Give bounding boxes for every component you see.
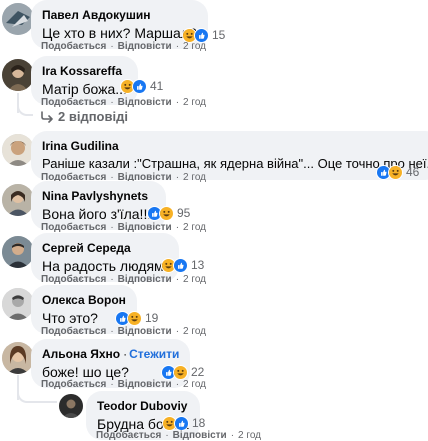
like-reaction-icon [174,415,189,431]
avatar[interactable] [2,184,34,216]
avatar[interactable] [2,236,34,268]
reactions[interactable]: 95 [147,205,190,221]
like-button[interactable]: Подобається [41,274,106,285]
reaction-count: 22 [191,364,205,379]
avatar[interactable] [2,342,34,374]
view-replies-button[interactable]: 2 відповіді [40,109,128,124]
haha-reaction-icon [388,164,403,180]
haha-reaction-icon [159,205,174,221]
reactions[interactable]: 22 [161,364,204,380]
reactions[interactable]: 18 [162,415,205,431]
comment-actions: Подобається · Відповісти · 2 год [41,41,206,52]
avatar[interactable] [2,288,34,320]
like-button[interactable]: Подобається [41,379,106,390]
reply-button[interactable]: Відповісти [173,430,227,441]
like-button[interactable]: Подобається [41,97,106,108]
comment-time[interactable]: 2 год [183,172,206,183]
reactions[interactable]: 13 [161,257,204,273]
reply-button[interactable]: Відповісти [118,326,172,337]
reaction-count: 95 [177,205,191,220]
like-reaction-icon [132,78,147,94]
reply-button[interactable]: Відповісти [118,222,172,233]
comment-time[interactable]: 2 год [183,97,206,108]
comment-text: Что это? [42,310,98,326]
comment-author[interactable]: Альона Яхно [42,347,120,361]
comment-author[interactable]: Павел Авдокушин [42,8,150,22]
comment-text: Матір божа... [42,81,127,97]
comment-author[interactable]: Сергей Середа [42,241,131,255]
comment-text: Вона його з'їла!!!! [42,206,156,222]
reactions[interactable]: 19 [115,310,158,326]
comment-actions: Подобається · Відповісти · 2 год [41,326,206,337]
comment-time[interactable]: 2 год [183,222,206,233]
reply-arrow-icon [40,110,54,123]
comment-actions: Подобається · Відповісти · 2 год [41,97,206,108]
comment-actions: Подобається · Відповісти · 2 год [41,379,206,390]
comment-text: Це хто в них? Маршал? [42,25,197,41]
comment-author[interactable]: Олекса Ворон [42,293,126,307]
reaction-count: 46 [406,164,420,179]
reply-button[interactable]: Відповісти [118,97,172,108]
reactions[interactable]: 46 [376,164,419,180]
reply-button[interactable]: Відповісти [118,41,172,52]
thread-connector [17,391,57,403]
like-button[interactable]: Подобається [41,222,106,233]
comment-text: На радость людям! [42,258,168,274]
like-reaction-icon [173,257,188,273]
avatar[interactable] [2,134,34,166]
reaction-count: 18 [192,415,206,430]
reaction-count: 15 [212,27,226,42]
comment-actions: Подобається · Відповісти · 2 год [96,430,261,441]
reaction-count: 41 [150,78,164,93]
comment-author[interactable]: Nina Pavlyshynets [42,189,148,203]
comment-time[interactable]: 2 год [183,326,206,337]
comment-time[interactable]: 2 год [183,41,206,52]
comment-author[interactable]: Teodor Duboviy [97,399,187,413]
reactions[interactable]: 41 [120,78,163,94]
reply-button[interactable]: Відповісти [118,379,172,390]
comment-time[interactable]: 2 год [183,274,206,285]
comment-author[interactable]: Ira Kossareffa [42,64,122,78]
haha-reaction-icon [173,364,188,380]
avatar[interactable] [2,3,34,35]
haha-reaction-icon [127,310,142,326]
avatar[interactable] [59,394,83,418]
thread-connector [17,104,33,116]
comment-text: Раніше казали :"Страшна, як ядерна війна… [42,156,428,171]
like-button[interactable]: Подобається [41,326,106,337]
reply-button[interactable]: Відповісти [118,274,172,285]
avatar[interactable] [2,59,34,91]
view-replies-label: 2 відповіді [58,109,128,124]
reaction-count: 13 [191,257,205,272]
comment-author[interactable]: Irina Gudilina [42,139,119,153]
comment-time[interactable]: 2 год [238,430,261,441]
reaction-count: 19 [145,310,159,325]
like-button[interactable]: Подобається [96,430,161,441]
comment-time[interactable]: 2 год [183,379,206,390]
like-button[interactable]: Подобається [41,41,106,52]
follow-button[interactable]: Стежити [129,347,179,361]
